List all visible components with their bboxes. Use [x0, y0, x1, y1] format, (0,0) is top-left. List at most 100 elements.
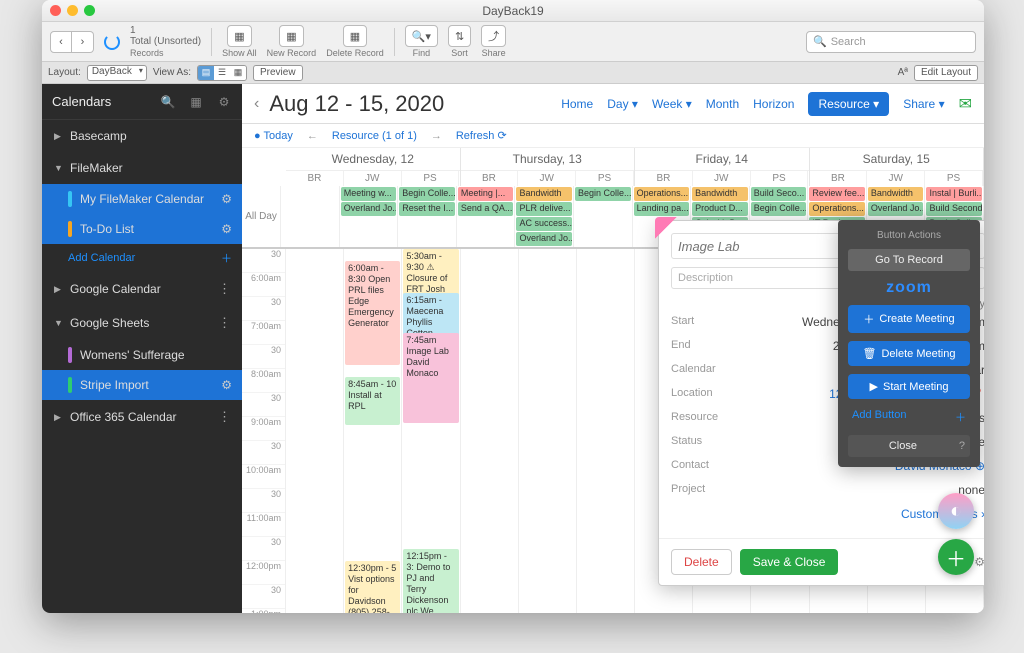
- fab-chart-icon[interactable]: ◐: [938, 493, 974, 529]
- allday-event[interactable]: Send a QA...: [458, 202, 514, 216]
- allday-event[interactable]: Overland Jo...: [341, 202, 397, 216]
- preview-button[interactable]: Preview: [253, 65, 303, 81]
- calendar-event[interactable]: 7:45am Image Lab David Monaco: [403, 333, 458, 423]
- add-calendar-link[interactable]: Add Calendar＋: [42, 244, 242, 272]
- show-all-button[interactable]: ▦: [227, 25, 251, 47]
- allday-event[interactable]: Instal | Burli...: [926, 187, 982, 201]
- close-actions-button[interactable]: Close ?: [848, 435, 970, 457]
- prev-week-button[interactable]: ‹: [254, 95, 259, 113]
- allday-event[interactable]: Landing pa...: [634, 202, 690, 216]
- nav-day[interactable]: Day ▾: [607, 97, 638, 111]
- resource-filter[interactable]: Resource (1 of 1): [332, 130, 417, 142]
- grid-column[interactable]: [461, 249, 519, 613]
- layout-bar: Layout: DayBack View As: ▤☰▦ Preview Aª …: [42, 62, 984, 84]
- calendar-item[interactable]: Womens' Sufferage: [42, 340, 242, 370]
- allday-cell[interactable]: Begin Colle...Reset the I...: [398, 186, 457, 247]
- edit-layout-button[interactable]: Edit Layout: [914, 65, 978, 81]
- calendar-item[interactable]: My FileMaker Calendar⚙: [42, 184, 242, 214]
- content-area: Calendars 🔍 ▦ ⚙ ▶Basecamp▼FileMakerMy Fi…: [42, 84, 984, 613]
- source-filemaker[interactable]: ▼FileMaker: [42, 152, 242, 184]
- record-count: 1: [130, 26, 136, 36]
- layout-label: Layout:: [48, 67, 81, 78]
- sidebar-search-icon[interactable]: 🔍: [160, 95, 176, 109]
- allday-event[interactable]: Meeting |...: [458, 187, 514, 201]
- grid-column[interactable]: [286, 249, 344, 613]
- prev-record-button[interactable]: ‹: [50, 31, 72, 53]
- nav-share[interactable]: Share ▾: [903, 97, 944, 111]
- view-segmented[interactable]: ▤☰▦: [197, 65, 247, 81]
- search-input[interactable]: 🔍Search: [806, 31, 976, 53]
- save-close-button[interactable]: Save & Close: [740, 549, 839, 575]
- allday-event[interactable]: Bandwidth: [516, 187, 572, 201]
- allday-event[interactable]: Build Second...: [926, 202, 982, 216]
- allday-event[interactable]: AC success...: [516, 217, 572, 231]
- subnav-next[interactable]: →: [431, 130, 442, 142]
- calendar-event[interactable]: 12:30pm - 5 Vist options for Davidson (8…: [345, 561, 400, 613]
- popover-gear-icon[interactable]: ⚙: [974, 555, 984, 569]
- find-button[interactable]: 🔍▾: [405, 25, 438, 47]
- source-basecamp[interactable]: ▶Basecamp: [42, 120, 242, 152]
- grid-column[interactable]: 6:00am - 8:30 Open PRL files Edge Emerge…: [344, 249, 402, 613]
- allday-event[interactable]: Overland Jo...: [868, 202, 924, 216]
- sidebar-calendar-icon[interactable]: ▦: [188, 95, 204, 109]
- delete-meeting-button[interactable]: 🗑Delete Meeting: [848, 341, 970, 366]
- subnav-prev[interactable]: ←: [307, 130, 318, 142]
- share-button[interactable]: ⤴: [481, 25, 506, 47]
- allday-cell[interactable]: [281, 186, 340, 247]
- create-meeting-button[interactable]: ＋Create Meeting: [848, 305, 970, 333]
- source-office-365-calendar[interactable]: ▶Office 365 Calendar⋮: [42, 400, 242, 434]
- goto-record-button[interactable]: Go To Record: [848, 249, 970, 271]
- new-record-button[interactable]: ▦: [279, 25, 303, 47]
- add-button-link[interactable]: Add Button＋: [848, 407, 970, 427]
- layout-select[interactable]: DayBack: [87, 65, 147, 81]
- allday-cell[interactable]: Meeting |...Send a QA...: [457, 186, 516, 247]
- allday-label: All Day: [242, 186, 281, 247]
- allday-event[interactable]: Review fee...: [809, 187, 865, 201]
- allday-event[interactable]: Product D...: [692, 202, 748, 216]
- nav-month[interactable]: Month: [706, 97, 739, 111]
- allday-event[interactable]: Reset the I...: [399, 202, 455, 216]
- allday-cell[interactable]: Begin Colle...: [574, 186, 633, 247]
- allday-event[interactable]: Bandwidth: [868, 187, 924, 201]
- next-record-button[interactable]: ›: [72, 31, 94, 53]
- mail-icon[interactable]: ✉: [959, 94, 972, 114]
- grid-column[interactable]: 5:30am - 9:30 ⚠ Closure of FRT Josh Davi…: [402, 249, 460, 613]
- calendar-main: ‹ Aug 12 - 15, 2020 Home Day ▾ Week ▾ Mo…: [242, 84, 984, 613]
- allday-event[interactable]: Begin Colle...: [399, 187, 455, 201]
- allday-cell[interactable]: Meeting w...Overland Jo...: [340, 186, 399, 247]
- sidebar-gear-icon[interactable]: ⚙: [216, 95, 232, 109]
- allday-event[interactable]: PLR delive...: [516, 202, 572, 216]
- allday-event[interactable]: Meeting w...: [341, 187, 397, 201]
- fab-add-button[interactable]: ＋: [938, 539, 974, 575]
- source-google-calendar[interactable]: ▶Google Calendar⋮: [42, 272, 242, 306]
- popover-corner-icon: [655, 217, 677, 239]
- calendar-event[interactable]: 6:00am - 8:30 Open PRL files Edge Emerge…: [345, 261, 400, 365]
- calendar-item[interactable]: Stripe Import⚙: [42, 370, 242, 400]
- allday-event[interactable]: Begin Colle...: [575, 187, 631, 201]
- delete-record-button[interactable]: ▦: [343, 25, 367, 47]
- source-google-sheets[interactable]: ▼Google Sheets⋮: [42, 306, 242, 340]
- allday-event[interactable]: Overland Jo...: [516, 232, 572, 246]
- sort-button[interactable]: ⇅: [448, 25, 471, 47]
- nav-week[interactable]: Week ▾: [652, 97, 692, 111]
- grid-column[interactable]: [577, 249, 635, 613]
- delete-event-button[interactable]: Delete: [671, 549, 732, 575]
- allday-cell[interactable]: BandwidthPLR delive...AC success...Overl…: [515, 186, 574, 247]
- refresh-button[interactable]: Refresh ⟳: [456, 129, 507, 142]
- nav-resource[interactable]: Resource ▾: [808, 92, 889, 116]
- today-button[interactable]: ● Today: [254, 130, 293, 142]
- nav-home[interactable]: Home: [561, 97, 593, 111]
- calendar-item[interactable]: To-Do List⚙: [42, 214, 242, 244]
- allday-event[interactable]: Operations...: [809, 202, 865, 216]
- allday-event[interactable]: Bandwidth: [692, 187, 748, 201]
- records-label: Records: [130, 48, 164, 58]
- start-meeting-button[interactable]: ▶Start Meeting: [848, 374, 970, 399]
- allday-event[interactable]: Operations...: [634, 187, 690, 201]
- allday-event[interactable]: Build Seco...: [751, 187, 807, 201]
- calendar-event[interactable]: 12:15pm - 3: Demo to PJ and Terry Dicken…: [403, 549, 458, 613]
- calendar-event[interactable]: 8:45am - 10 Install at RPL: [345, 377, 400, 425]
- text-size-button[interactable]: Aª: [898, 67, 908, 78]
- nav-horizon[interactable]: Horizon: [753, 97, 794, 111]
- grid-column[interactable]: [519, 249, 577, 613]
- allday-event[interactable]: Begin Colle...: [751, 202, 807, 216]
